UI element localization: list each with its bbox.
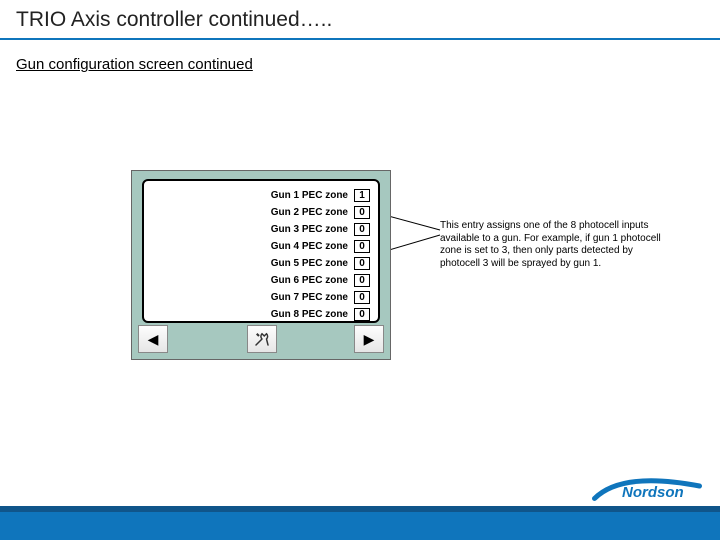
pec-value-input[interactable]: 0: [354, 223, 370, 236]
hmi-screen-panel: Gun 1 PEC zone 1 Gun 2 PEC zone 0 Gun 3 …: [131, 170, 391, 360]
annotation-text: This entry assigns one of the 8 photocel…: [440, 220, 670, 270]
arrow-right-icon: ▶: [364, 331, 375, 348]
footer-bar: [0, 512, 720, 540]
pec-value-input[interactable]: 0: [354, 291, 370, 304]
pec-value-input[interactable]: 1: [354, 189, 370, 202]
nordson-logo: Nordson: [592, 476, 702, 506]
nav-next-button[interactable]: ▶: [354, 325, 384, 353]
pec-value-input[interactable]: 0: [354, 274, 370, 287]
pec-label: Gun 4 PEC zone: [271, 241, 348, 252]
pec-label: Gun 5 PEC zone: [271, 258, 348, 269]
pec-row-6: Gun 6 PEC zone 0: [152, 272, 370, 288]
pec-value-input[interactable]: 0: [354, 257, 370, 270]
pec-row-3: Gun 3 PEC zone 0: [152, 221, 370, 237]
pec-label: Gun 6 PEC zone: [271, 275, 348, 286]
logo-text: Nordson: [622, 484, 684, 501]
nav-prev-button[interactable]: ◀: [138, 325, 168, 353]
pec-label: Gun 3 PEC zone: [271, 224, 348, 235]
tools-icon: [253, 330, 271, 348]
pec-row-4: Gun 4 PEC zone 0: [152, 238, 370, 254]
pec-value-input[interactable]: 0: [354, 206, 370, 219]
pec-row-8: Gun 8 PEC zone 0: [152, 306, 370, 322]
slide-subtitle: Gun configuration screen continued: [16, 56, 253, 73]
pec-label: Gun 8 PEC zone: [271, 309, 348, 320]
pec-value-input[interactable]: 0: [354, 240, 370, 253]
pec-label: Gun 2 PEC zone: [271, 207, 348, 218]
pec-label: Gun 7 PEC zone: [271, 292, 348, 303]
title-divider: [0, 38, 720, 40]
pec-row-7: Gun 7 PEC zone 0: [152, 289, 370, 305]
pec-row-1: Gun 1 PEC zone 1: [152, 187, 370, 203]
pec-row-2: Gun 2 PEC zone 0: [152, 204, 370, 220]
hmi-list-box: Gun 1 PEC zone 1 Gun 2 PEC zone 0 Gun 3 …: [142, 179, 380, 323]
nav-tools-button[interactable]: [247, 325, 277, 353]
pec-value-input[interactable]: 0: [354, 308, 370, 321]
slide-title: TRIO Axis controller continued…..: [16, 8, 332, 32]
pec-row-5: Gun 5 PEC zone 0: [152, 255, 370, 271]
arrow-left-icon: ◀: [148, 331, 159, 348]
slide: TRIO Axis controller continued….. Gun co…: [0, 0, 720, 540]
pec-label: Gun 1 PEC zone: [271, 190, 348, 201]
